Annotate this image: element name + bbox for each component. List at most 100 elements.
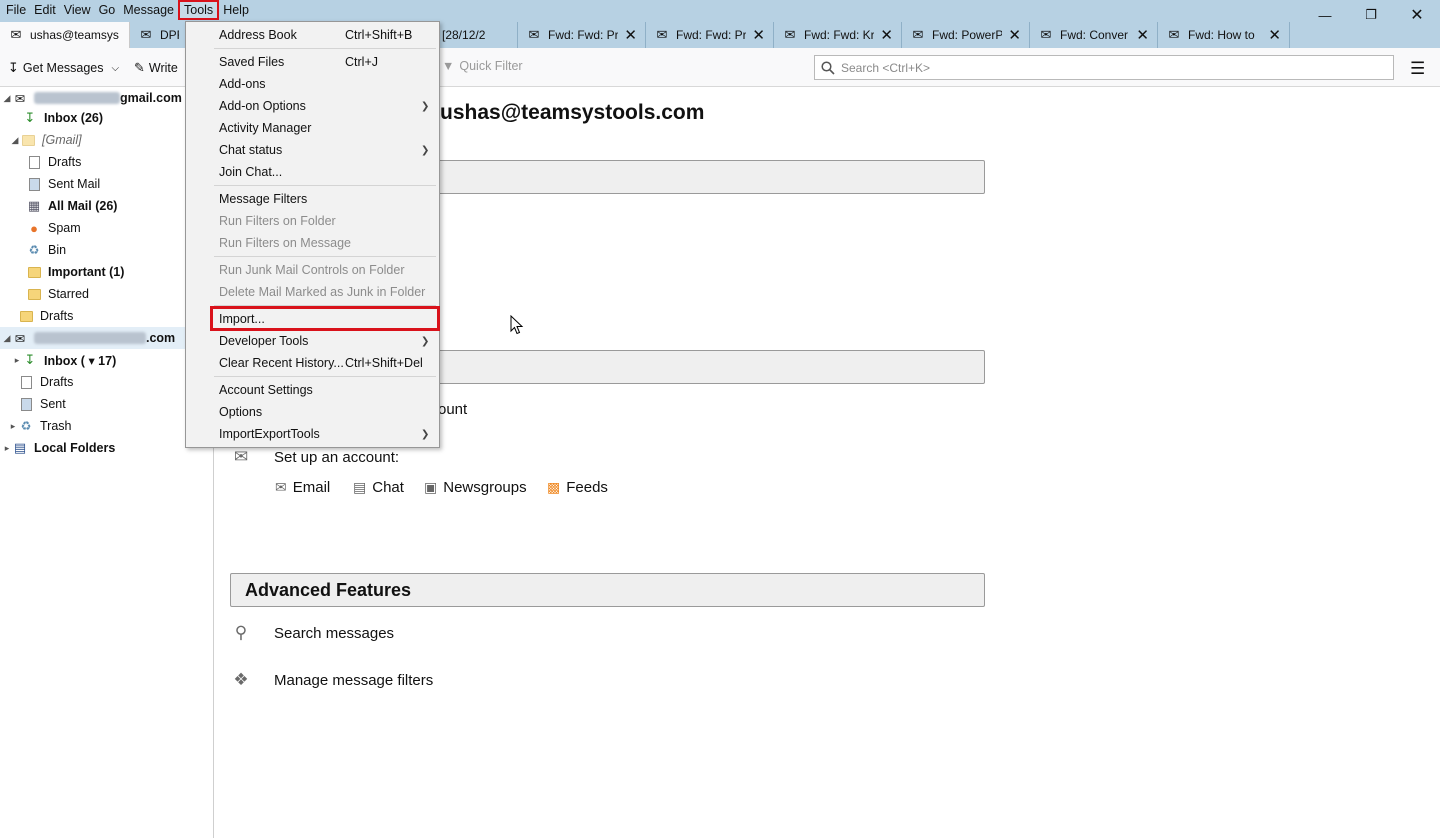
folder-icon [26,265,42,279]
search-messages-link[interactable]: ⚲ Search messages [230,623,394,643]
menu-item-activity-manager[interactable]: Activity Manager [186,117,439,139]
search-input[interactable] [841,60,1381,75]
folder-row-trash[interactable]: ▸ ♻ Trash [0,415,213,437]
folder-row-inbox[interactable]: ▸ ↧ Inbox ( ▾ 17) [0,349,213,371]
newsgroups-link[interactable]: ▣ Newsgroups [424,479,527,496]
tab-message[interactable]: ✉ Fwd: Fwd: Kr ✕ [774,22,902,48]
folder-row-sent-mail[interactable]: Sent Mail [0,173,213,195]
tab-label: Fwd: How to [1188,28,1255,42]
manage-filters-label: Manage message filters [274,671,434,689]
manage-filters-link[interactable]: ❖ Manage message filters [230,670,433,690]
expand-twisty-icon[interactable]: ▸ [2,443,12,454]
menu-edit[interactable]: Edit [30,0,60,20]
expand-twisty-icon[interactable]: ▸ [8,421,18,432]
close-tab-icon[interactable]: ✕ [1008,26,1021,44]
menu-item-account-settings[interactable]: Account Settings [186,379,439,401]
expand-twisty-icon[interactable]: ◢ [10,135,20,146]
restore-icon: ❐ [1365,7,1377,22]
menu-item-label: Activity Manager [219,121,312,135]
feeds-link[interactable]: ▩ Feeds [547,479,608,496]
app-menu-icon[interactable]: ☰ [1410,59,1425,79]
tab-message[interactable]: [28/12/2 [440,22,518,48]
search-box[interactable] [814,55,1394,80]
folder-row-local-folders[interactable]: ▸ ▤ Local Folders [0,437,213,459]
close-tab-icon[interactable]: ✕ [1136,26,1149,44]
chat-link[interactable]: ▤ Chat [353,479,404,496]
close-tab-icon[interactable]: ✕ [1268,26,1281,44]
menu-item-importexporttools[interactable]: ImportExportTools ❯ [186,423,439,445]
tab-message[interactable]: ✉ Fwd: Conver ✕ [1030,22,1158,48]
quick-filter-button[interactable]: ▼ Quick Filter [442,59,523,73]
tab-message[interactable]: ✉ Fwd: Fwd: Pr ✕ [518,22,646,48]
folder-row-starred[interactable]: Starred [0,283,213,305]
folder-label: Sent Mail [48,177,101,191]
menu-item-join-chat[interactable]: Join Chat... [186,161,439,183]
folder-row-important[interactable]: Important (1) [0,261,213,283]
menu-item-chat-status[interactable]: Chat status ❯ [186,139,439,161]
tab-message[interactable]: ✉ Fwd: How to ✕ [1158,22,1290,48]
sent-icon [26,177,42,191]
email-icon: ✉ [275,479,287,495]
get-messages-button[interactable]: ↧ Get Messages ⌵ [8,59,119,77]
minimize-icon: — [1318,7,1332,23]
advanced-features-title: Advanced Features [245,579,412,600]
tab-account[interactable]: ✉ ushas@teamsys [0,22,130,48]
close-tab-icon[interactable]: ✕ [624,26,637,44]
menu-tools[interactable]: Tools [178,0,220,20]
email-link[interactable]: ✉ Email [275,479,330,496]
tab-message[interactable]: ✉ Fwd: Fwd: Pr ✕ [646,22,774,48]
close-tab-icon[interactable]: ✕ [880,26,893,44]
menu-item-shortcut: Ctrl+Shift+Del [345,356,423,370]
tab-message[interactable]: ✉ DPR [130,22,188,48]
menu-item-developer-tools[interactable]: Developer Tools ❯ [186,330,439,352]
menu-file[interactable]: File [2,0,30,20]
menu-message[interactable]: Message [119,0,178,20]
menu-go[interactable]: Go [95,0,120,20]
folder-row-drafts[interactable]: Drafts [0,371,213,393]
menu-separator [214,48,436,49]
folder-row-gmail-account[interactable]: ◢ ✉ gmail.com [0,87,213,109]
tab-message[interactable]: ✉ Fwd: PowerP ✕ [902,22,1030,48]
folder-row-spam[interactable]: ● Spam [0,217,213,239]
menu-item-addons[interactable]: Add-ons [186,73,439,95]
folder-row-team-account[interactable]: ◢ ✉ .com [0,327,213,349]
pencil-icon: ✎ [134,60,145,75]
folder-row-bin[interactable]: ♻ Bin [0,239,213,261]
feeds-link-label: Feeds [566,479,608,496]
menu-item-options[interactable]: Options [186,401,439,423]
expand-twisty-icon[interactable]: ◢ [2,93,12,104]
expand-twisty-icon[interactable]: ▸ [12,355,22,366]
computer-icon: ▤ [13,440,27,455]
menu-item-shortcut: Ctrl+Shift+B [345,28,413,42]
newsgroups-icon: ▣ [424,479,438,495]
close-tab-icon[interactable]: ✕ [752,26,765,44]
folder-row-gmail-group[interactable]: ◢ [Gmail] [0,129,213,151]
write-button[interactable]: ✎ Write [134,59,178,77]
folder-row-sent[interactable]: Sent [0,393,213,415]
email-link-label: Email [292,479,331,496]
menu-item-import[interactable]: Import... [186,308,439,330]
search-icon [821,60,835,75]
expand-twisty-icon[interactable]: ◢ [2,333,12,344]
folder-icon [18,309,34,323]
menu-item-addon-options[interactable]: Add-on Options ❯ [186,95,439,117]
menu-help[interactable]: Help [219,0,253,20]
chevron-down-icon[interactable]: ⌵ [112,63,120,74]
folder-row-all-mail[interactable]: ▦ All Mail (26) [0,195,213,217]
folder-row-drafts[interactable]: Drafts [0,305,213,327]
menu-item-clear-history[interactable]: Clear Recent History... Ctrl+Shift+Del [186,352,439,374]
menu-item-run-junk-controls: Run Junk Mail Controls on Folder [186,259,439,281]
redacted-email [34,332,146,344]
folder-row-drafts[interactable]: Drafts [0,151,213,173]
menu-item-message-filters[interactable]: Message Filters [186,188,439,210]
menu-item-address-book[interactable]: Address Book Ctrl+Shift+B [186,24,439,46]
account-text-fragment: ount [438,401,468,418]
mail-icon: ✉ [912,27,924,42]
folder-row-inbox[interactable]: ↧ Inbox (26) [0,107,213,129]
menu-item-saved-files[interactable]: Saved Files Ctrl+J [186,51,439,73]
menu-view[interactable]: View [60,0,95,20]
filters-icon: ❖ [233,670,249,689]
setup-account-row: ✉ Set up an account: [230,447,399,467]
inbox-icon: ↧ [24,110,36,125]
menu-item-label: Join Chat... [219,165,283,179]
